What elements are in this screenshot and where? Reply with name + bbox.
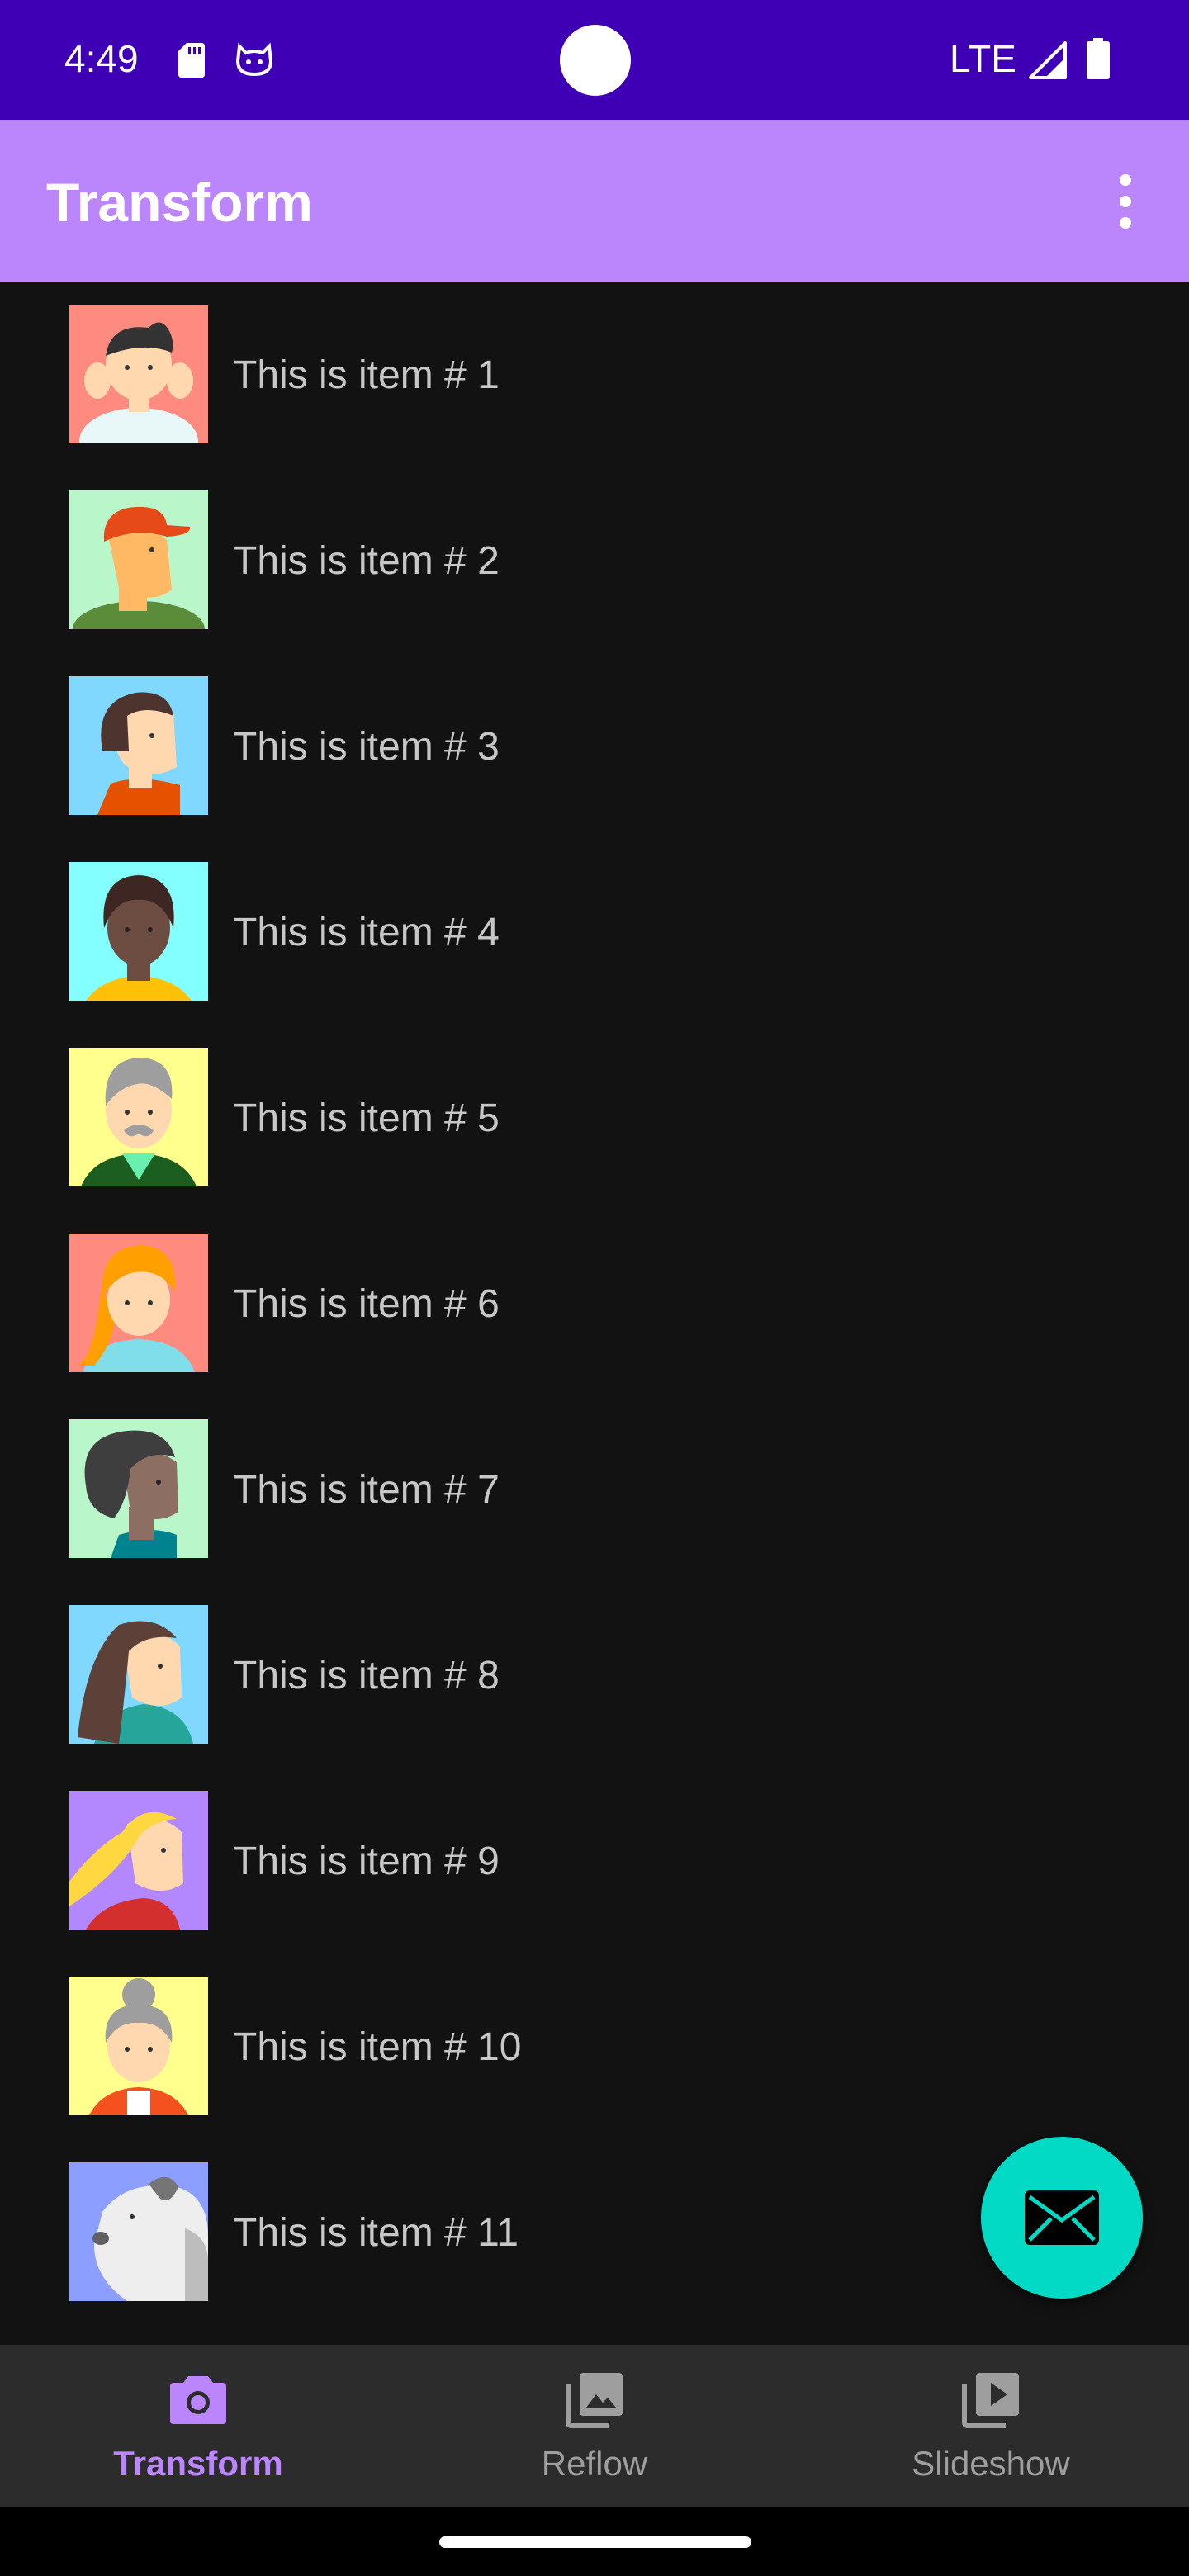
avatar [69,676,208,815]
list-item[interactable]: This is item # 6 [0,1210,1189,1395]
nav-label-reflow: Reflow [541,2444,648,2483]
image-library-icon [566,2373,623,2428]
avatar [69,1977,208,2115]
nav-item-transform[interactable]: Transform [0,2345,396,2507]
status-time: 4:49 [64,37,139,80]
list-item[interactable]: This is item # 8 [0,1582,1189,1767]
status-bar: 4:49 LTE [0,0,1189,120]
list-item-label: This is item # 10 [233,2025,522,2069]
list-item[interactable]: This is item # 10 [0,1953,1189,2138]
avatar [69,1605,208,1744]
list-item[interactable]: This is item # 2 [0,467,1189,652]
list-item[interactable]: This is item # 7 [0,1396,1189,1581]
list-item-label: This is item # 1 [233,353,500,397]
app-bar-title: Transform [46,172,313,233]
person-avatar-icon [69,1419,208,1558]
avatar [69,1048,208,1186]
list-item-label: This is item # 6 [233,1282,500,1326]
list-item-label: This is item # 9 [233,1840,500,1883]
list-item[interactable]: This is item # 4 [0,839,1189,1024]
more-vert-icon[interactable] [1111,174,1139,229]
list-item-label: This is item # 7 [233,1468,500,1512]
list-item-label: This is item # 8 [233,1654,500,1698]
email-fab-button[interactable] [981,2137,1143,2299]
avatar [69,1791,208,1930]
avatar [69,862,208,1001]
gesture-navigation-area [0,2507,1189,2576]
list-item-label: This is item # 4 [233,911,500,954]
person-avatar-icon [69,1791,208,1930]
sd-card-icon [178,43,205,78]
person-avatar-icon [69,305,208,443]
bottom-navigation: Transform Reflow Slideshow [0,2345,1189,2507]
person-avatar-icon [69,1977,208,2115]
person-avatar-icon [69,490,208,629]
list-item-label: This is item # 2 [233,539,500,583]
list-item-label: This is item # 3 [233,725,500,769]
list-item[interactable]: This is item # 9 [0,1768,1189,1953]
item-list[interactable]: This is item # 1 This is item # 2 This i… [0,282,1189,2345]
list-item-label: This is item # 5 [233,1096,500,1140]
camera-icon [170,2376,226,2424]
avatar [69,490,208,629]
person-avatar-icon [69,1234,208,1372]
nav-label-transform: Transform [113,2444,283,2483]
list-item-label: This is item # 11 [233,2211,519,2255]
app-bar: Transform [0,120,1189,282]
front-camera-cutout [560,25,631,96]
video-library-icon [962,2373,1019,2428]
list-item[interactable]: This is item # 1 [0,282,1189,466]
cat-notification-icon [236,42,272,77]
dog-avatar-icon [69,2162,208,2301]
nav-label-slideshow: Slideshow [912,2444,1070,2483]
avatar [69,305,208,443]
nav-item-slideshow[interactable]: Slideshow [793,2345,1189,2507]
list-item[interactable] [0,2325,1189,2345]
avatar [69,1419,208,1558]
battery-icon [1087,38,1110,79]
person-avatar-icon [69,676,208,815]
signal-icon [1029,41,1067,79]
nav-item-reflow[interactable]: Reflow [396,2345,793,2507]
list-item[interactable]: This is item # 3 [0,653,1189,838]
email-icon [1025,2190,1099,2245]
network-type: LTE [950,37,1016,80]
avatar [69,1234,208,1372]
person-avatar-icon [69,1048,208,1186]
list-item[interactable]: This is item # 5 [0,1025,1189,1210]
person-avatar-icon [69,1605,208,1744]
home-gesture-handle[interactable] [439,2536,751,2548]
avatar [69,2162,208,2301]
person-avatar-icon [69,862,208,1001]
